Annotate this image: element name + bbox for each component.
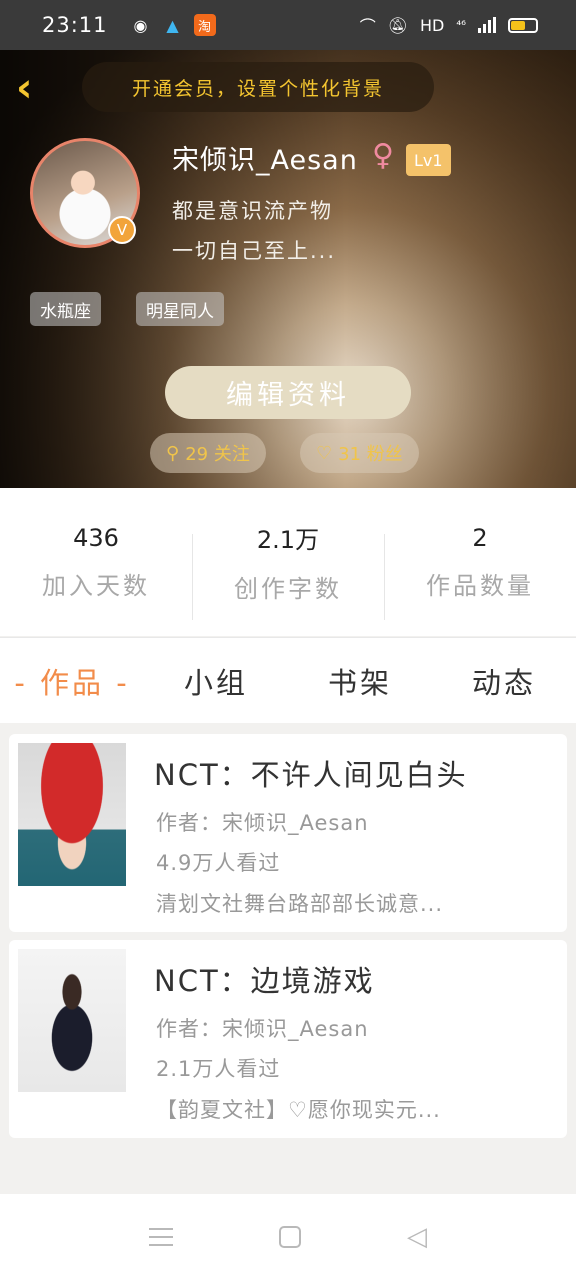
battery-icon (508, 17, 538, 33)
back-triangle-icon[interactable]: ◁ (407, 1224, 427, 1250)
verified-icon: V (108, 216, 136, 244)
work-views: 2.1万人看过 (156, 1057, 281, 1081)
work-title: NCT：不许人间见白头 (154, 758, 468, 792)
hd-label: HD (420, 15, 445, 35)
stat-word-count: 2.1万 创作字数 (192, 488, 384, 636)
stat-label: 加入天数 (42, 571, 150, 600)
stat-works-count: 2 作品数量 (384, 488, 576, 636)
stat-value: 2 (472, 523, 488, 552)
tag-zodiac: 水瓶座 (30, 292, 101, 326)
tab-groups[interactable]: 小组 (144, 660, 288, 702)
username: 宋倾识_Aesan (172, 145, 358, 176)
work-cover-image (18, 743, 126, 886)
follow-user-icon: ⚲ (166, 442, 180, 464)
tab-works[interactable]: - 作品 - (0, 660, 144, 702)
tab-activity[interactable]: 动态 (432, 660, 576, 702)
qq-icon: ▲ (166, 15, 179, 35)
following-button[interactable]: ⚲ 29 关注 (150, 433, 266, 473)
globe-icon: ◉ (133, 15, 148, 35)
vip-banner[interactable]: 开通会员，设置个性化背景 (82, 62, 434, 112)
work-views: 4.9万人看过 (156, 851, 281, 875)
stats-panel: 436 加入天数 2.1万 创作字数 2 作品数量 (0, 488, 576, 636)
fans-button[interactable]: ♡ 31 粉丝 (300, 433, 419, 473)
profile-tabs: - 作品 - 小组 书架 动态 (0, 637, 576, 723)
stat-label: 作品数量 (426, 571, 534, 600)
status-time: 23:11 (42, 13, 108, 37)
works-list: NCT：不许人间见白头 作者：宋倾识_Aesan 4.9万人看过 清划文社舞台路… (9, 734, 567, 1146)
following-count: 29 关注 (185, 444, 250, 465)
stat-value: 2.1万 (256, 526, 320, 554)
stat-value: 436 (73, 523, 119, 552)
work-description: 清划文社舞台路部部长诚意... (156, 892, 444, 916)
stat-label: 创作字数 (234, 575, 342, 603)
headphone-icon: ⌒ (359, 17, 376, 36)
heart-icon: ♡ (316, 442, 333, 464)
status-bar: 23:11 ◉ ▲ 淘 ⌒ 🔕︎ HD ⁴⁶ (0, 0, 576, 50)
work-card[interactable]: NCT：边境游戏 作者：宋倾识_Aesan 2.1万人看过 【韵夏文社】♡愿你现… (9, 940, 567, 1138)
system-navigation-bar: ◁ (0, 1194, 576, 1280)
edit-profile-button[interactable]: 编辑资料 (165, 366, 411, 419)
work-title: NCT：边境游戏 (154, 964, 375, 998)
tag-category: 明星同人 (136, 292, 224, 326)
mute-bell-icon: 🔕︎ (387, 15, 409, 35)
home-icon[interactable] (279, 1226, 301, 1248)
taobao-icon: 淘 (193, 14, 216, 36)
status-app-icons: ◉ ▲ 淘 (130, 14, 216, 36)
work-author: 作者：宋倾识_Aesan (156, 1017, 369, 1041)
stat-join-days: 436 加入天数 (0, 488, 192, 636)
network-type: ⁴⁶ (456, 18, 466, 32)
menu-icon[interactable] (149, 1228, 173, 1246)
back-button[interactable]: ‹ (16, 68, 52, 108)
tab-bookshelf[interactable]: 书架 (288, 660, 432, 702)
bio-line-1: 都是意识流产物 (172, 199, 333, 223)
status-indicators: ⌒ 🔕︎ HD ⁴⁶ (360, 13, 538, 37)
work-description: 【韵夏文社】♡愿你现实元... (156, 1098, 441, 1122)
female-icon: ♀ (372, 138, 394, 173)
work-card[interactable]: NCT：不许人间见白头 作者：宋倾识_Aesan 4.9万人看过 清划文社舞台路… (9, 734, 567, 932)
profile-header: ‹ 开通会员，设置个性化背景 V 宋倾识_Aesan ♀ Lv1 都是意识流产物… (0, 50, 576, 488)
signal-icon (478, 17, 496, 33)
fans-count: 31 粉丝 (338, 444, 403, 465)
bio-line-2: 一切自己至上... (172, 239, 337, 263)
level-badge: Lv1 (406, 144, 451, 176)
work-cover-image (18, 949, 126, 1092)
work-author: 作者：宋倾识_Aesan (156, 811, 369, 835)
